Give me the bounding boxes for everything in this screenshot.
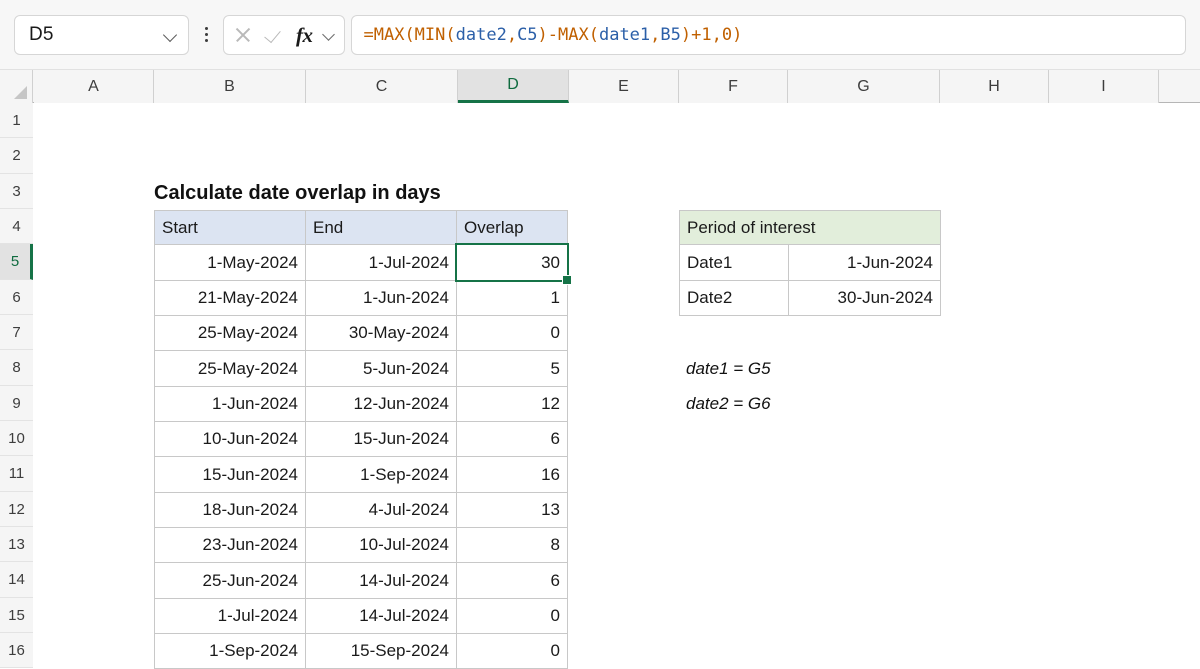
kebab-menu-icon[interactable]	[193, 15, 219, 55]
formula-action-group: fx	[223, 14, 345, 55]
table-row[interactable]: 21-May-2024	[154, 280, 306, 316]
table-row[interactable]: 1-Sep-2024	[154, 633, 306, 669]
column-header-g[interactable]: G	[788, 70, 940, 103]
row-header-11[interactable]: 11	[0, 456, 33, 492]
sheet-surface: Calculate date overlap in days Start End…	[34, 104, 1200, 669]
table-header-end: End	[305, 210, 457, 245]
formula-bar: D5 fx =MAX(MIN(date2,C5)-MAX(date1,B5)+1…	[0, 0, 1200, 70]
table-row[interactable]: 1-Sep-2024	[305, 456, 457, 493]
table-row[interactable]: 16	[456, 456, 568, 493]
column-header-e[interactable]: E	[569, 70, 679, 103]
spreadsheet-grid: A B C D E F G H I 1 2 3 4 5 6 7 8 9 10 1…	[0, 70, 1200, 669]
table-row[interactable]: 12-Jun-2024	[305, 386, 457, 422]
table-row[interactable]: 1-Jun-2024	[154, 386, 306, 422]
row-header-13[interactable]: 13	[0, 527, 33, 562]
row-header-16[interactable]: 16	[0, 633, 33, 668]
period-date2-label[interactable]: Date2	[679, 280, 789, 316]
kebab-dot	[204, 27, 208, 30]
select-all-triangle-icon[interactable]	[0, 70, 33, 103]
table-row[interactable]: 0	[456, 633, 568, 669]
table-row[interactable]: 15-Jun-2024	[305, 421, 457, 457]
table-row[interactable]: 1	[456, 280, 568, 316]
table-row[interactable]: 10-Jul-2024	[305, 527, 457, 563]
chevron-down-icon[interactable]	[164, 30, 178, 39]
note-date2: date2 = G6	[686, 394, 771, 413]
column-header-a[interactable]: A	[34, 70, 154, 103]
row-header-9[interactable]: 9	[0, 386, 33, 421]
kebab-dot	[204, 33, 208, 36]
fx-icon[interactable]: fx	[296, 24, 313, 46]
table-row[interactable]: 1-May-2024	[154, 244, 306, 281]
period-table-header: Period of interest	[679, 210, 941, 245]
table-header-start: Start	[154, 210, 306, 245]
kebab-dot	[204, 39, 208, 42]
column-header-c[interactable]: C	[306, 70, 458, 103]
period-date1-label[interactable]: Date1	[679, 244, 789, 281]
table-row[interactable]: 6	[456, 562, 568, 599]
close-icon[interactable]	[232, 24, 254, 46]
table-row[interactable]: 18-Jun-2024	[154, 492, 306, 528]
column-header-i[interactable]: I	[1049, 70, 1159, 103]
row-header-2[interactable]: 2	[0, 138, 33, 174]
table-row[interactable]: 15-Sep-2024	[305, 633, 457, 669]
row-header-8[interactable]: 8	[0, 350, 33, 386]
column-header-bar: A B C D E F G H I	[0, 70, 1200, 103]
table-row[interactable]: 10-Jun-2024	[154, 421, 306, 457]
note-date1: date1 = G5	[686, 358, 771, 378]
table-row[interactable]: 1-Jul-2024	[154, 598, 306, 634]
table-row[interactable]: 25-Jun-2024	[154, 562, 306, 599]
table-row[interactable]: 0	[456, 598, 568, 634]
row-header-12[interactable]: 12	[0, 492, 33, 527]
formula-input[interactable]: =MAX(MIN(date2,C5)-MAX(date1,B5)+1,0)	[350, 14, 1186, 55]
period-date1-value[interactable]: 1-Jun-2024	[788, 244, 941, 281]
table-row[interactable]: 14-Jul-2024	[305, 598, 457, 634]
page-title: Calculate date overlap in days	[154, 181, 441, 204]
column-header-d[interactable]: D	[458, 70, 569, 103]
table-row[interactable]: 1-Jul-2024	[305, 244, 457, 281]
table-row[interactable]: 30	[456, 244, 568, 281]
table-row[interactable]: 30-May-2024	[305, 315, 457, 351]
table-row[interactable]: 25-May-2024	[154, 350, 306, 387]
table-row[interactable]: 25-May-2024	[154, 315, 306, 351]
row-header-10[interactable]: 10	[0, 421, 33, 456]
row-header-3[interactable]: 3	[0, 174, 33, 209]
column-header-h[interactable]: H	[940, 70, 1049, 103]
table-row[interactable]: 5-Jun-2024	[305, 350, 457, 387]
row-header-7[interactable]: 7	[0, 315, 33, 350]
table-header-overlap: Overlap	[456, 210, 568, 245]
table-row[interactable]: 6	[456, 421, 568, 457]
column-header-f[interactable]: F	[679, 70, 788, 103]
table-row[interactable]: 12	[456, 386, 568, 422]
row-header-6[interactable]: 6	[0, 280, 33, 315]
table-row[interactable]: 0	[456, 315, 568, 351]
row-header-14[interactable]: 14	[0, 562, 33, 598]
column-header-b[interactable]: B	[154, 70, 306, 103]
row-header-bar: 1 2 3 4 5 6 7 8 9 10 11 12 13 14 15 16	[0, 103, 33, 668]
row-header-1[interactable]: 1	[0, 103, 33, 138]
table-row[interactable]: 4-Jul-2024	[305, 492, 457, 528]
row-header-15[interactable]: 15	[0, 598, 33, 633]
formula-text: =MAX(MIN(date2,C5)-MAX(date1,B5)+1,0)	[363, 24, 743, 45]
chevron-down-icon[interactable]	[323, 30, 336, 39]
name-box[interactable]: D5	[14, 14, 189, 55]
table-row[interactable]: 23-Jun-2024	[154, 527, 306, 563]
check-icon[interactable]	[264, 24, 286, 46]
period-date2-value[interactable]: 30-Jun-2024	[788, 280, 941, 316]
table-row[interactable]: 14-Jul-2024	[305, 562, 457, 599]
table-row[interactable]: 1-Jun-2024	[305, 280, 457, 316]
row-header-5[interactable]: 5	[0, 244, 33, 280]
table-row[interactable]: 8	[456, 527, 568, 563]
table-row[interactable]: 13	[456, 492, 568, 528]
table-row[interactable]: 5	[456, 350, 568, 387]
table-row[interactable]: 15-Jun-2024	[154, 456, 306, 493]
name-box-value: D5	[29, 23, 54, 45]
row-header-4[interactable]: 4	[0, 209, 33, 244]
